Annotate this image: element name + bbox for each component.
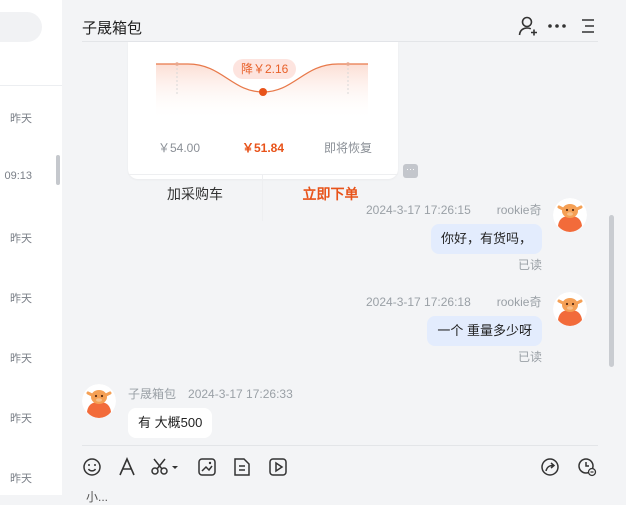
menu-icon[interactable]: [576, 15, 598, 37]
list-item-time: 昨天: [10, 113, 32, 125]
avatar[interactable]: [553, 292, 587, 326]
list-item-time: 昨天: [10, 473, 32, 485]
list-scrollbar[interactable]: [56, 155, 60, 185]
input-preview[interactable]: 小...: [86, 488, 108, 505]
add-user-icon[interactable]: [517, 15, 539, 37]
chat-panel: 子晟箱包 降￥2.16 ￥54.00 ￥51.84 即将恢复 加采购车 立即下单…: [62, 0, 626, 504]
history-icon[interactable]: [577, 457, 597, 477]
chat-title: 子晟箱包: [82, 20, 143, 37]
message-sender: 子晟箱包: [128, 387, 177, 401]
share-icon[interactable]: [540, 457, 560, 477]
list-item-time: 昨天: [10, 353, 32, 365]
avatar[interactable]: [82, 384, 116, 418]
input-divider: [82, 445, 598, 446]
message-more-icon[interactable]: ···: [403, 164, 418, 178]
original-price: ￥54.00: [158, 141, 201, 155]
message-bubble[interactable]: 有 大概500: [128, 408, 213, 438]
card-divider: [128, 174, 398, 175]
message-time: 2024-3-17 17:26:18: [366, 295, 471, 309]
message-meta: 子晟箱包 2024-3-17 17:26:33: [128, 385, 293, 402]
read-status: 已读: [517, 350, 542, 364]
current-price: ￥51.84: [242, 141, 285, 155]
emoji-icon[interactable]: [82, 457, 102, 477]
restore-label: 即将恢复: [324, 141, 373, 155]
list-item-time: 09:13: [4, 170, 32, 182]
read-status: 已读: [517, 258, 542, 272]
chat-scrollbar[interactable]: [609, 215, 614, 367]
avatar[interactable]: [553, 198, 587, 232]
message-meta: 2024-3-17 17:26:15 rookie奇: [366, 201, 541, 218]
list-item-time: 昨天: [10, 233, 32, 245]
product-card: 降￥2.16 ￥54.00 ￥51.84 即将恢复 加采购车 立即下单: [128, 42, 398, 221]
list-divider: [0, 85, 62, 86]
add-to-cart-button[interactable]: 加采购车: [128, 184, 262, 204]
video-icon[interactable]: [268, 457, 288, 477]
message-bubble[interactable]: 你好，有货吗，: [430, 224, 542, 254]
more-icon[interactable]: [546, 15, 568, 37]
message-sender: rookie奇: [496, 295, 542, 309]
image-icon[interactable]: [197, 457, 217, 477]
message-meta: 2024-3-17 17:26:18 rookie奇: [366, 293, 541, 310]
list-item-time: 昨天: [10, 413, 32, 425]
search-input[interactable]: [0, 12, 42, 42]
font-icon[interactable]: [117, 457, 137, 477]
price-drop-badge: 降￥2.16: [233, 59, 297, 79]
message-sender: rookie奇: [496, 203, 542, 217]
message-bubble[interactable]: 一个 重量多少呀: [427, 316, 542, 346]
message-time: 2024-3-17 17:26:15: [366, 203, 471, 217]
list-item-time: 昨天: [10, 293, 32, 305]
message-time: 2024-3-17 17:26:33: [188, 387, 293, 401]
file-icon[interactable]: [232, 457, 252, 477]
scissors-icon[interactable]: [150, 457, 180, 477]
conversation-list: 昨天 09:13 昨天 昨天 昨天 昨天 昨天: [0, 0, 62, 495]
